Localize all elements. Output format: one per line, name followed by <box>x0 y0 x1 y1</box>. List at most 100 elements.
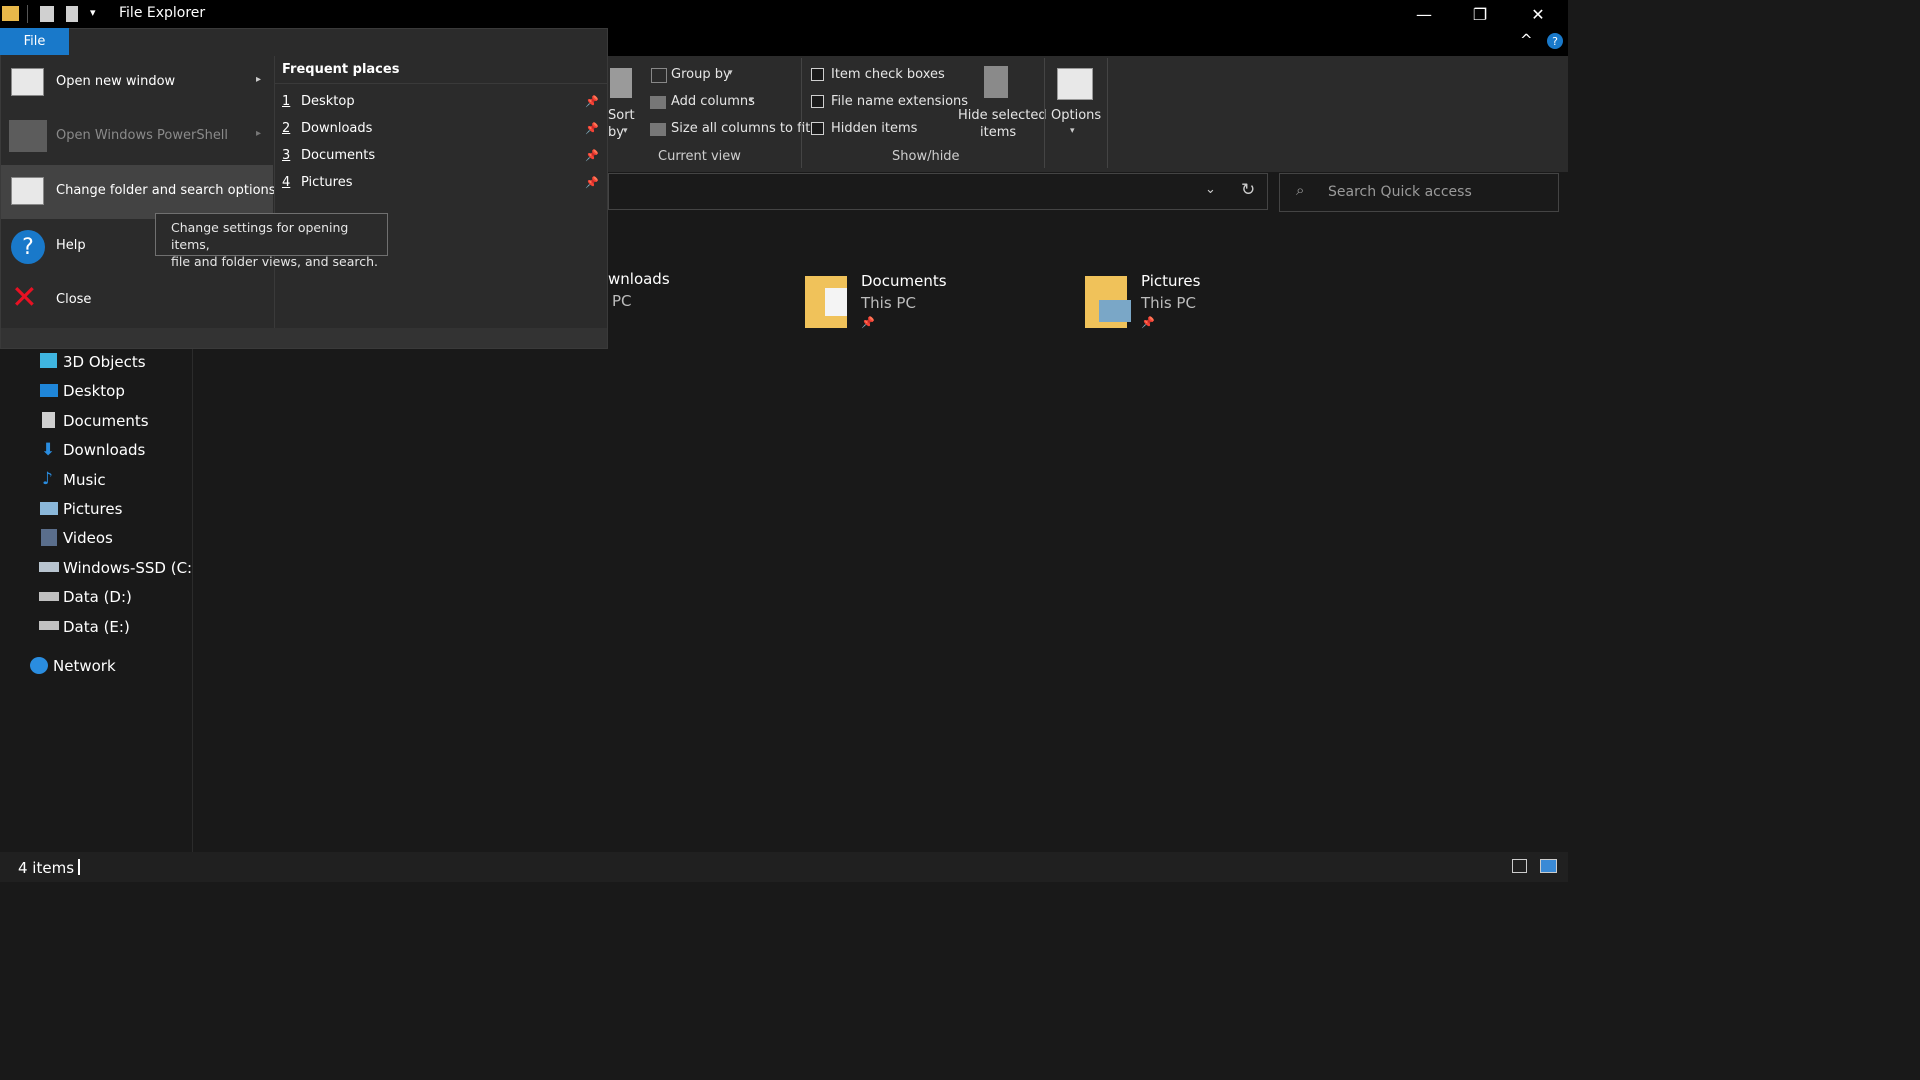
sidebar-item-data-e[interactable]: Data (E:) <box>63 618 130 636</box>
current-view-group-label: Current view <box>658 149 741 164</box>
status-bar: 4 items <box>0 852 1568 882</box>
item-check-boxes-label[interactable]: Item check boxes <box>831 67 945 82</box>
sidebar-item-3d-objects[interactable]: 3D Objects <box>63 353 146 371</box>
status-separator <box>78 859 80 875</box>
change-folder-options-label: Change folder and search options <box>56 183 276 198</box>
sort-icon <box>610 68 632 98</box>
group-by-dropdown-icon[interactable]: ▾ <box>728 68 733 78</box>
sidebar-item-network[interactable]: Network <box>53 657 116 675</box>
show-hide-group-label: Show/hide <box>892 149 960 164</box>
frequent-number: 3 <box>282 148 291 163</box>
help-icon[interactable]: ? <box>1547 33 1563 49</box>
hidden-items-checkbox[interactable] <box>811 122 824 135</box>
open-new-window-label: Open new window <box>56 74 176 89</box>
frequent-label: Desktop <box>301 94 355 109</box>
details-view-icon[interactable] <box>1512 859 1527 873</box>
sort-dropdown-icon[interactable]: ▾ <box>623 126 628 136</box>
group-by-button[interactable]: Group by <box>671 67 731 82</box>
properties-icon[interactable] <box>40 6 54 22</box>
documents-icon <box>42 412 55 428</box>
document-overlay-icon <box>825 288 847 316</box>
drive-icon <box>39 621 59 630</box>
item-title: Documents <box>861 272 947 290</box>
sidebar-item-desktop[interactable]: Desktop <box>63 382 125 400</box>
help-label: Help <box>56 238 86 253</box>
file-menu-commands: Open new window ▸ Open Windows PowerShel… <box>1 56 276 328</box>
change-folder-options-item[interactable]: Change folder and search options <box>1 165 276 219</box>
options-icon <box>1057 68 1093 100</box>
close-button[interactable]: ✕ <box>1515 0 1561 28</box>
list-item[interactable]: Documents This PC 📌 <box>805 272 1065 332</box>
sidebar-item-music[interactable]: Music <box>63 471 106 489</box>
file-menu-footer <box>1 328 607 348</box>
options-button[interactable]: Options <box>1051 108 1101 123</box>
submenu-arrow-icon: ▸ <box>256 128 262 139</box>
drive-icon <box>39 592 59 601</box>
sort-by-label-1[interactable]: Sort <box>608 108 635 123</box>
sidebar-item-videos[interactable]: Videos <box>63 529 113 547</box>
list-item[interactable]: Pictures This PC 📌 <box>1085 272 1345 332</box>
pin-icon[interactable]: 📌 <box>585 149 599 162</box>
window-title: File Explorer <box>119 5 206 21</box>
sidebar-item-data-d[interactable]: Data (D:) <box>63 588 132 606</box>
sidebar-item-documents[interactable]: Documents <box>63 412 149 430</box>
size-columns-icon <box>650 123 666 136</box>
network-icon <box>30 657 48 674</box>
open-new-window-item[interactable]: Open new window ▸ <box>1 56 273 110</box>
frequent-number: 4 <box>282 175 291 190</box>
sidebar-item-downloads[interactable]: Downloads <box>63 441 145 459</box>
videos-icon <box>41 529 57 546</box>
item-check-boxes-checkbox[interactable] <box>811 68 824 81</box>
customize-qa-dropdown-icon[interactable]: ▾ <box>90 6 96 19</box>
file-tab[interactable]: File <box>0 28 69 55</box>
pictures-icon <box>40 502 58 515</box>
frequent-number: 2 <box>282 121 291 136</box>
item-location: This PC <box>861 294 916 312</box>
item-location: PC <box>612 292 632 310</box>
refresh-icon[interactable]: ↻ <box>1241 180 1255 200</box>
restore-button[interactable]: ❐ <box>1457 0 1503 28</box>
file-name-extensions-checkbox[interactable] <box>811 95 824 108</box>
address-dropdown-icon[interactable]: ⌄ <box>1205 182 1216 197</box>
help-circle-icon: ? <box>11 230 45 264</box>
address-bar[interactable] <box>608 173 1268 210</box>
search-placeholder: Search Quick access <box>1328 184 1472 200</box>
sidebar-item-pictures[interactable]: Pictures <box>63 500 122 518</box>
close-label: Close <box>56 292 92 307</box>
add-columns-button[interactable]: Add columns <box>671 94 755 109</box>
hidden-items-label[interactable]: Hidden items <box>831 121 917 136</box>
frequent-item-downloads[interactable]: 2 Downloads 📌 <box>275 116 608 143</box>
ribbon-collapse-icon[interactable]: ^ <box>1520 31 1533 49</box>
separator <box>27 5 28 23</box>
options-dropdown-icon[interactable]: ▾ <box>1070 126 1075 136</box>
close-item[interactable]: ✕ Close <box>1 273 273 327</box>
frequent-item-desktop[interactable]: 1 Desktop 📌 <box>275 89 608 116</box>
open-powershell-label: Open Windows PowerShell <box>56 128 229 143</box>
open-powershell-item[interactable]: Open Windows PowerShell ▸ <box>1 110 273 164</box>
hide-selected-label-2[interactable]: items <box>980 125 1016 140</box>
sidebar-item-windows-ssd[interactable]: Windows-SSD (C:) <box>63 559 198 577</box>
add-columns-icon <box>650 96 666 109</box>
frequent-item-pictures[interactable]: 4 Pictures 📌 <box>275 170 608 197</box>
search-input[interactable]: ⌕ Search Quick access <box>1279 173 1559 212</box>
file-name-extensions-label[interactable]: File name extensions <box>831 94 968 109</box>
pin-icon[interactable]: 📌 <box>585 122 599 135</box>
item-count: 4 items <box>18 859 75 877</box>
pin-icon[interactable]: 📌 <box>585 95 599 108</box>
add-columns-dropdown-icon[interactable]: ▾ <box>749 95 754 105</box>
minimize-button[interactable]: — <box>1401 0 1447 28</box>
folder-icon[interactable] <box>2 6 19 21</box>
hide-selected-label-1[interactable]: Hide selected <box>958 108 1047 123</box>
divider <box>275 83 608 84</box>
group-separator <box>801 58 802 168</box>
group-by-icon <box>651 68 667 83</box>
sort-by-label-2[interactable]: by <box>608 125 624 140</box>
pin-icon[interactable]: 📌 <box>585 176 599 189</box>
large-icons-view-icon[interactable] <box>1540 859 1557 873</box>
frequent-places-header: Frequent places <box>282 62 400 77</box>
tooltip-line-2: file and folder views, and search. <box>171 254 378 269</box>
new-folder-icon[interactable] <box>66 6 78 22</box>
frequent-item-documents[interactable]: 3 Documents 📌 <box>275 143 608 170</box>
size-all-columns-button[interactable]: Size all columns to fit <box>671 121 810 136</box>
item-location: This PC <box>1141 294 1196 312</box>
